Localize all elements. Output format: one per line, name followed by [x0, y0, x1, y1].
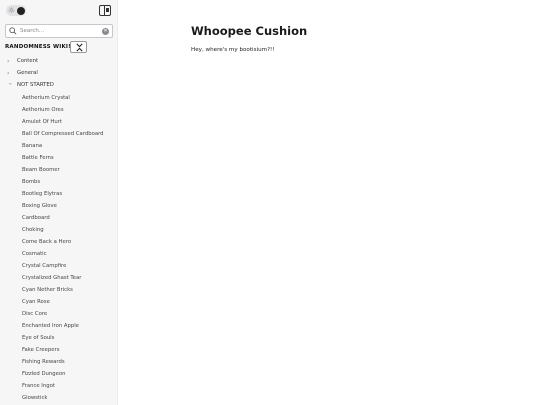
page-link[interactable]: Aetherium Crystal: [22, 93, 70, 104]
folder-general[interactable]: › General: [0, 68, 117, 79]
search-icon: [9, 27, 17, 35]
page-link[interactable]: Disc Core: [22, 309, 47, 320]
page-link[interactable]: Beam Boomer: [22, 165, 60, 176]
folder-label: NOT STARTED: [17, 82, 54, 88]
search-box: ✕: [5, 24, 113, 38]
page-link[interactable]: Cyan Rose: [22, 297, 50, 308]
page-link[interactable]: Aetherium Ores: [22, 105, 64, 116]
page-body-text: Hey, where's my bootisium?!!: [191, 47, 275, 53]
theme-toggle[interactable]: ☼: [6, 5, 26, 16]
page-link[interactable]: Crystalized Ghast Tear: [22, 273, 81, 284]
sidebar-topbar: ☼: [0, 0, 117, 20]
folder-content[interactable]: › Content: [0, 56, 117, 67]
page-link[interactable]: Bootleg Elytras: [22, 189, 62, 200]
app-window: ☼ ✕ RANDOMNESS WIKI! › Content: [0, 0, 540, 405]
chevron-down-icon: ›: [6, 82, 14, 85]
page-link[interactable]: Cardboard: [22, 213, 50, 224]
sidebar-layout-icon[interactable]: [99, 5, 111, 16]
folder-label: Content: [17, 58, 39, 64]
page-link[interactable]: Fake Creepers: [22, 345, 59, 356]
page-link[interactable]: Fishing Rewards: [22, 357, 65, 368]
sidebar: ☼ ✕ RANDOMNESS WIKI! › Content: [0, 0, 118, 405]
folder-label: General: [17, 70, 38, 76]
page-link[interactable]: Cyan Nether Bricks: [22, 285, 73, 296]
collapse-all-button[interactable]: [70, 41, 87, 53]
page-link[interactable]: Enchanted Iron Apple: [22, 321, 79, 332]
main-content: Whoopee Cushion Hey, where's my bootisiu…: [191, 24, 521, 53]
page-link[interactable]: Battle Ferns: [22, 153, 54, 164]
search-input[interactable]: [20, 26, 100, 36]
page-link[interactable]: Glowstick: [22, 393, 47, 404]
page-link[interactable]: Amulet Of Hurt: [22, 117, 62, 128]
page-link[interactable]: Choking: [22, 225, 44, 236]
folder-not-started[interactable]: › NOT STARTED: [0, 80, 117, 91]
page-link[interactable]: Eye of Souls: [22, 333, 54, 344]
moon-icon: [17, 6, 25, 15]
chevron-right-icon: ›: [7, 70, 10, 77]
page-link[interactable]: Bombs: [22, 177, 40, 188]
page-link[interactable]: Ball Of Compressed Cardboard: [22, 129, 104, 140]
page-link[interactable]: Boxing Glove: [22, 201, 57, 212]
collapse-all-icon: [76, 43, 83, 52]
page-link[interactable]: Fizzled Dungeon: [22, 369, 65, 380]
clear-search-icon[interactable]: ✕: [102, 27, 109, 35]
wiki-title: RANDOMNESS WIKI!: [5, 44, 71, 50]
page-link[interactable]: Crystal Campfire: [22, 261, 66, 272]
sun-icon: ☼: [7, 6, 16, 15]
page-link[interactable]: Come Back a Hero: [22, 237, 71, 248]
page-link[interactable]: France Ingot: [22, 381, 55, 392]
page-link[interactable]: Cosmatic: [22, 249, 47, 260]
chevron-right-icon: ›: [7, 58, 10, 65]
page-title: Whoopee Cushion: [191, 24, 308, 38]
page-link[interactable]: Banana: [22, 141, 42, 152]
